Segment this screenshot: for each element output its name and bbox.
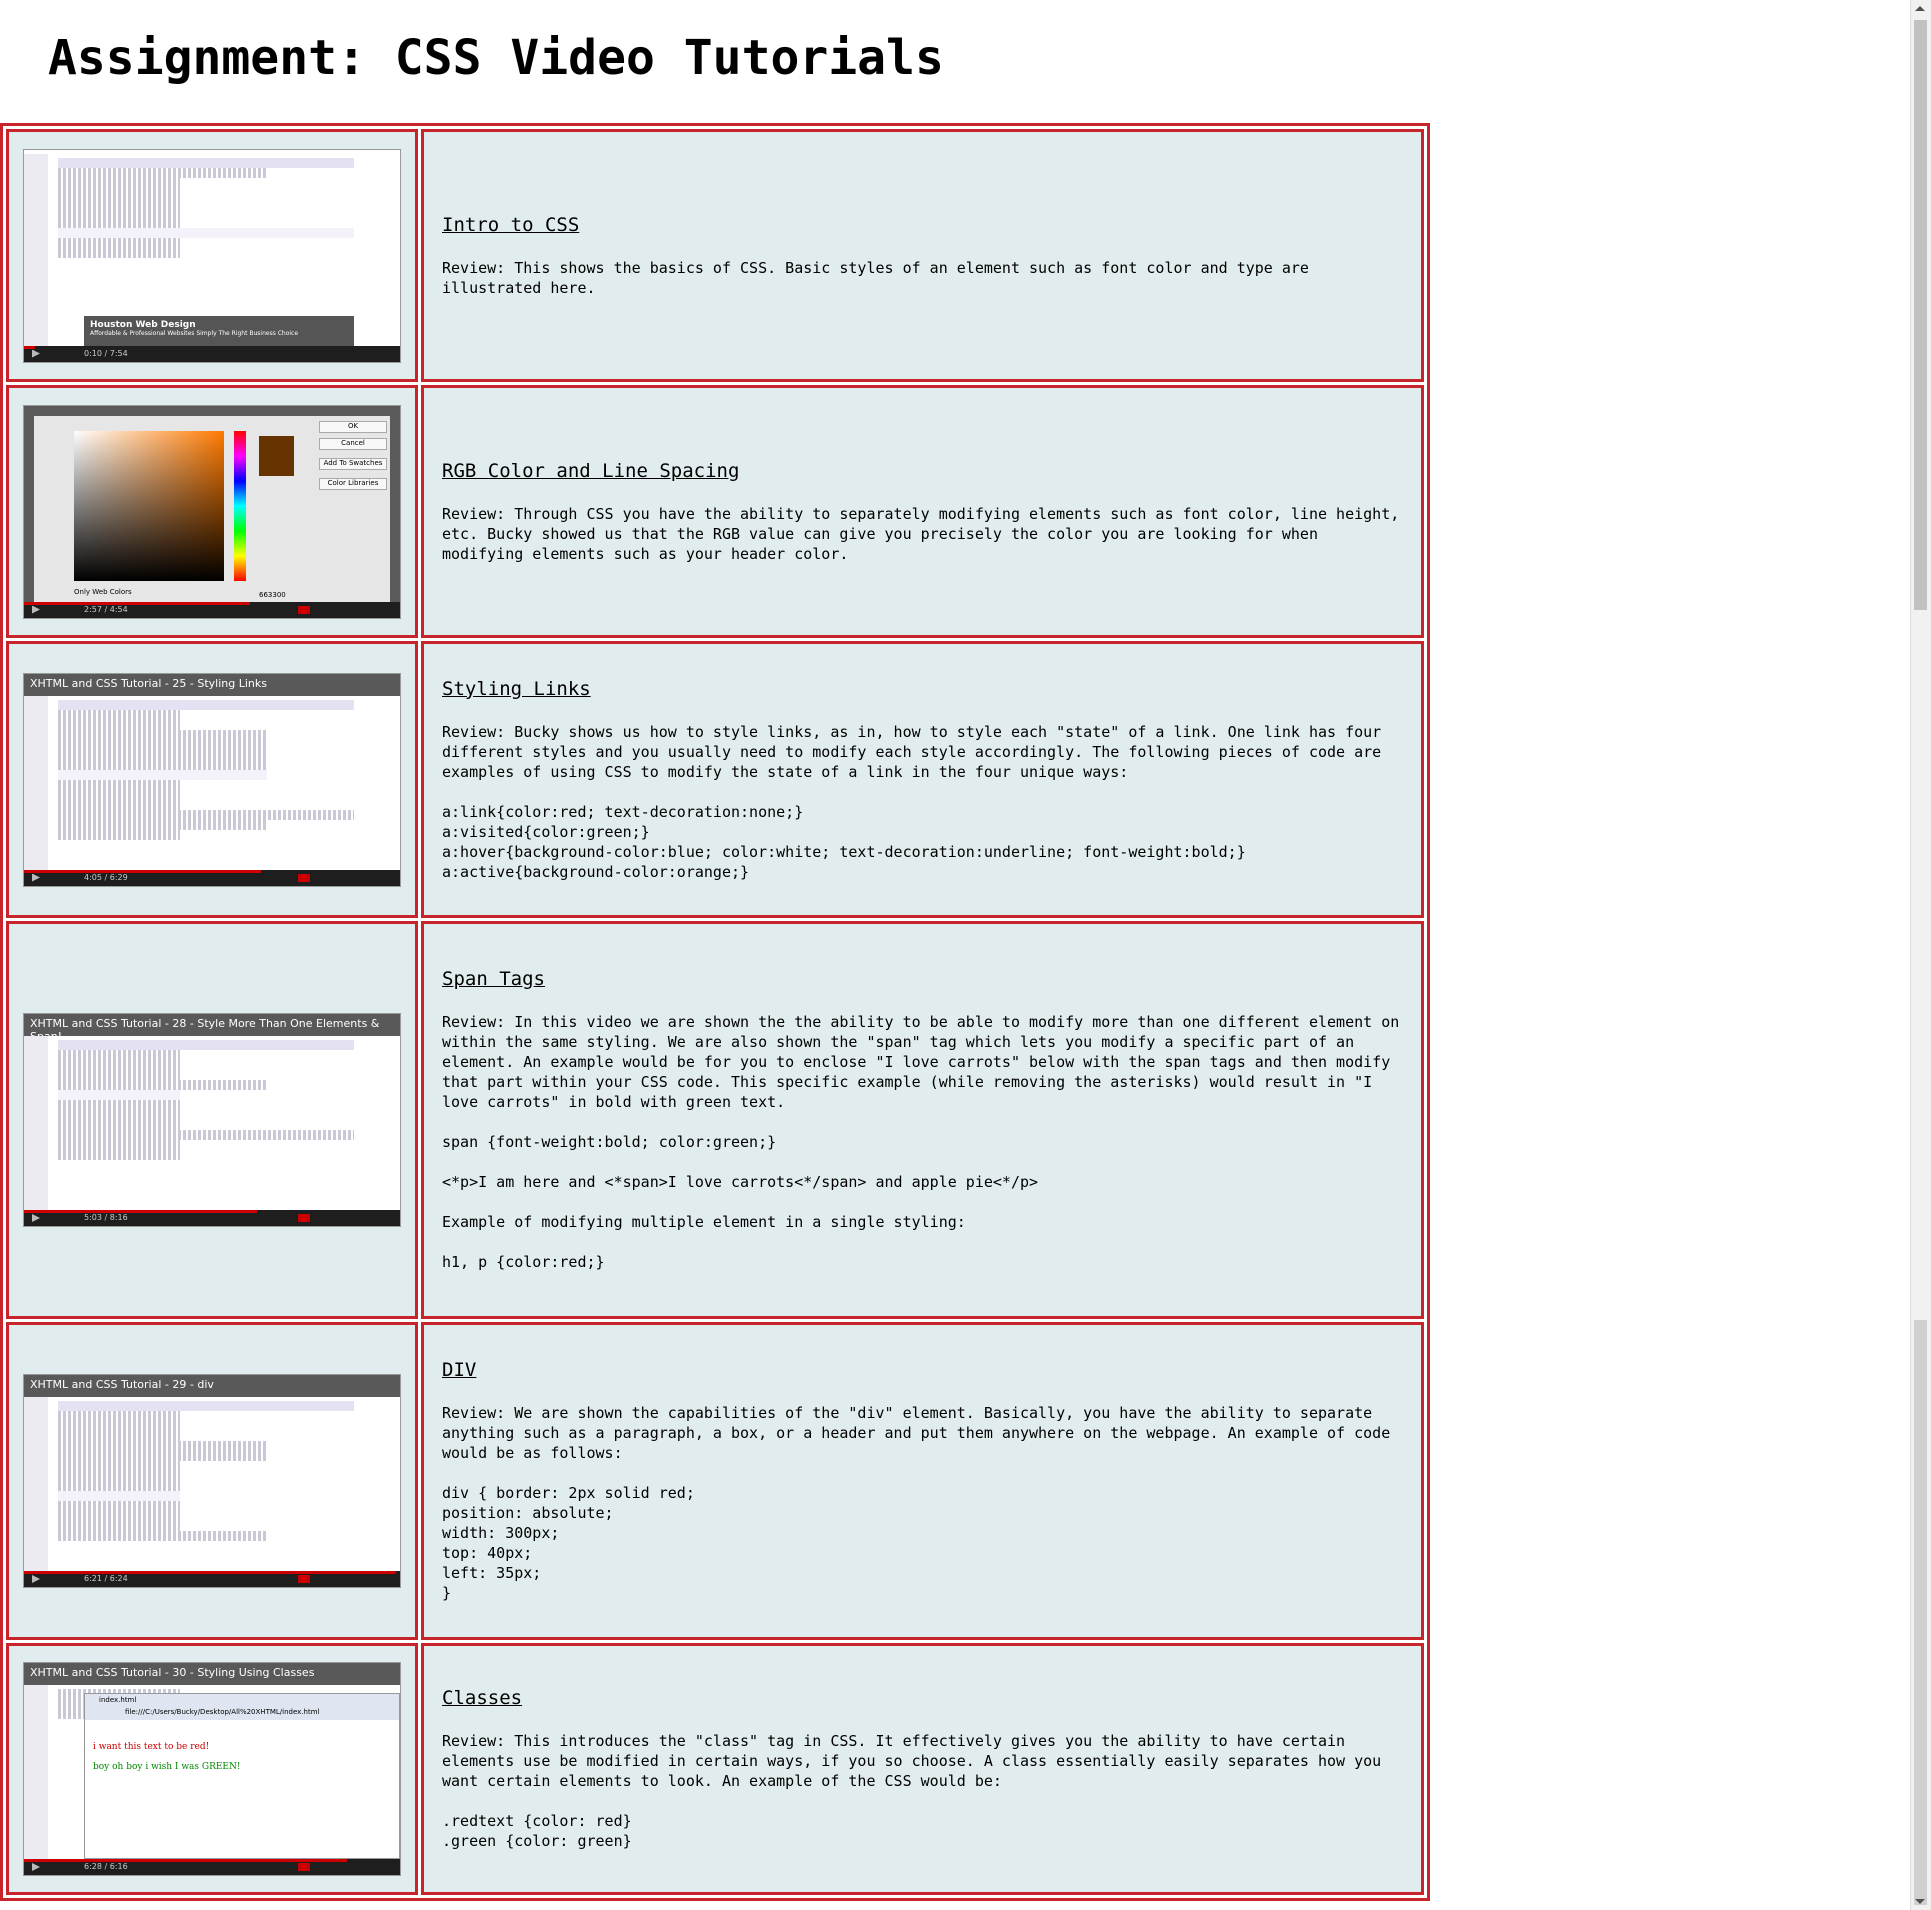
tutorials-table: Houston Web Design Affordable & Professi… [0,123,1430,1901]
table-row: XHTML and CSS Tutorial - 28 - Style More… [6,921,1424,1319]
page-title: Assignment: CSS Video Tutorials [48,30,944,86]
ad-subtitle: Affordable & Professional Websites Simpl… [90,329,299,337]
tutorial-review: Review: Through CSS you have the ability… [442,504,1409,563]
review-cell: Classes Review: This introduces the "cla… [421,1643,1424,1895]
tutorial-title: Intro to CSS [442,213,580,236]
table-row: XHTML and CSS Tutorial - 25 - Styling Li… [6,641,1424,918]
video-title-bar: XHTML and CSS Tutorial - 28 - Style More… [24,1014,400,1043]
add-to-swatches-button: Add To Swatches [319,457,387,470]
green-text-sample: boy oh boy i wish I was GREEN! [93,1762,241,1772]
video-title-bar: XHTML and CSS Tutorial - 30 - Styling Us… [24,1663,400,1685]
tutorial-review: Review: We are shown the capabilities of… [442,1404,1391,1602]
video-controls: 6:21 / 6:24 [24,1571,400,1587]
video-title-bar: XHTML and CSS Tutorial - 25 - Styling Li… [24,673,400,696]
video-time: 0:10 / 7:54 [84,348,128,358]
scrollbar-thumb[interactable] [1914,20,1927,610]
table-row: OK Cancel Add To Swatches Color Librarie… [6,385,1424,638]
video-controls: 6:28 / 6:16 [24,1859,400,1875]
page: Assignment: CSS Video Tutorials Houston … [0,0,1911,1910]
video-thumbnail[interactable]: XHTML and CSS Tutorial - 29 - div 6:21 /… [24,1375,400,1587]
tutorial-title: RGB Color and Line Spacing [442,459,740,482]
video-thumbnail[interactable]: Houston Web Design Affordable & Professi… [24,149,400,362]
tutorial-title: Styling Links [442,677,591,700]
tutorial-review: Review: In this video we are shown the t… [442,1013,1400,1271]
tutorial-review: Review: This shows the basics of CSS. Ba… [442,258,1318,297]
cc-icon[interactable] [298,1214,310,1222]
table-row: XHTML and CSS Tutorial - 30 - Styling Us… [6,1643,1424,1895]
tutorial-title: Span Tags [442,968,545,990]
ad-title: Houston Web Design [90,319,196,330]
video-time: 5:03 / 8:16 [84,1213,128,1222]
browser-tab-label: index.html [99,1696,137,1704]
thumbnail-cell: XHTML and CSS Tutorial - 25 - Styling Li… [6,641,418,918]
tutorial-title: Classes [442,1687,523,1709]
scrollbar-thumb-lower[interactable] [1914,1320,1927,1905]
video-time: 4:05 / 6:29 [84,872,128,882]
cancel-button: Cancel [319,437,387,450]
play-icon[interactable] [32,349,40,358]
thumbnail-cell: XHTML and CSS Tutorial - 28 - Style More… [6,921,418,1319]
tutorial-review: Review: This introduces the "class" tag … [442,1732,1382,1850]
color-picker-image: OK Cancel Add To Swatches Color Librarie… [34,415,390,606]
ok-button: OK [319,420,387,433]
play-icon[interactable] [32,605,40,614]
cc-icon[interactable] [298,873,310,882]
video-controls: 5:03 / 8:16 [24,1210,400,1226]
video-controls: 4:05 / 6:29 [24,869,400,886]
table-row: Houston Web Design Affordable & Professi… [6,129,1424,382]
video-thumbnail[interactable]: OK Cancel Add To Swatches Color Librarie… [24,405,400,618]
review-cell: Intro to CSS Review: This shows the basi… [421,129,1424,382]
play-icon[interactable] [32,1575,40,1583]
thumbnail-cell: Houston Web Design Affordable & Professi… [6,129,418,382]
play-icon[interactable] [32,873,40,882]
red-text-sample: i want this text to be red! [93,1742,210,1752]
video-time: 6:21 / 6:24 [84,1574,128,1583]
tutorial-review: Review: Bucky shows us how to style link… [442,722,1382,881]
table-row: XHTML and CSS Tutorial - 29 - div 6:21 /… [6,1322,1424,1640]
browser-tab: index.html file:///C:/Users/Bucky/Deskto… [85,1694,399,1720]
code-editor-image [24,1036,400,1210]
browser-window-image: index.html file:///C:/Users/Bucky/Deskto… [84,1693,400,1859]
review-cell: Span Tags Review: In this video we are s… [421,921,1424,1319]
play-icon[interactable] [32,1214,40,1222]
video-controls: 2:57 / 4:54 [24,601,400,618]
browser-url: file:///C:/Users/Bucky/Desktop/All%20XHT… [125,1708,320,1716]
video-ad-overlay: Houston Web Design Affordable & Professi… [84,315,354,346]
color-libraries-button: Color Libraries [319,477,387,490]
video-time: 2:57 / 4:54 [84,604,128,614]
code-editor-image [24,1397,400,1571]
scroll-up-icon[interactable] [1915,6,1925,11]
code-editor-image [24,695,400,870]
scroll-down-icon[interactable] [1915,1899,1925,1904]
thumbnail-cell: XHTML and CSS Tutorial - 30 - Styling Us… [6,1643,418,1895]
review-cell: RGB Color and Line Spacing Review: Throu… [421,385,1424,638]
review-cell: Styling Links Review: Bucky shows us how… [421,641,1424,918]
web-colors-checkbox: Only Web Colors [74,587,132,596]
vertical-scrollbar[interactable] [1910,0,1931,1910]
thumbnail-cell: OK Cancel Add To Swatches Color Librarie… [6,385,418,638]
video-thumbnail[interactable]: XHTML and CSS Tutorial - 30 - Styling Us… [24,1663,400,1875]
video-title-bar: XHTML and CSS Tutorial - 29 - div [24,1375,400,1397]
hex-value: 663300 [259,590,286,599]
play-icon[interactable] [32,1863,40,1871]
video-controls: 0:10 / 7:54 [24,345,400,362]
cc-icon[interactable] [298,1575,310,1583]
tutorial-title: DIV [442,1359,477,1381]
video-thumbnail[interactable]: XHTML and CSS Tutorial - 25 - Styling Li… [24,673,400,886]
review-cell: DIV Review: We are shown the capabilitie… [421,1322,1424,1640]
cc-icon[interactable] [298,1863,310,1871]
video-time: 6:28 / 6:16 [84,1862,128,1871]
thumbnail-cell: XHTML and CSS Tutorial - 29 - div 6:21 /… [6,1322,418,1640]
video-thumbnail[interactable]: XHTML and CSS Tutorial - 28 - Style More… [24,1014,400,1226]
cc-icon[interactable] [298,605,310,614]
